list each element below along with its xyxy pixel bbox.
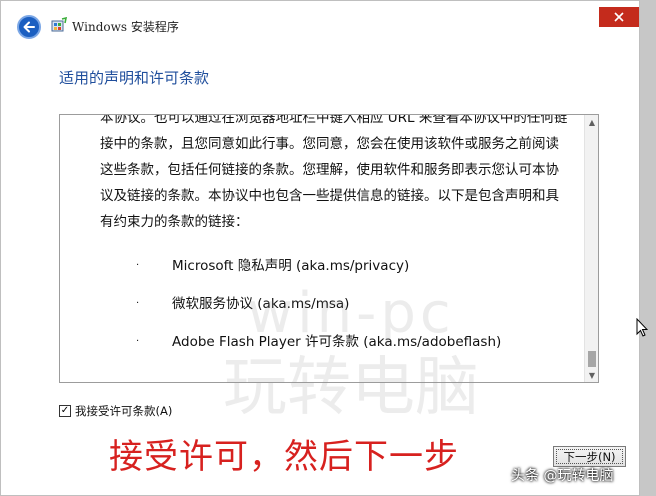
bullet-glyph: · — [136, 336, 140, 347]
close-icon — [614, 12, 624, 22]
accept-license-checkbox-row[interactable]: ✓ 我接受许可条款(A) — [59, 403, 172, 419]
msa-link[interactable]: 微软服务协议 (aka.ms/msa) — [172, 285, 349, 323]
license-paragraph: 本协议。也可以通过在浏览器地址栏中键入相应 URL 来查看本协议中的任何链接中的… — [100, 114, 568, 230]
close-button[interactable] — [599, 7, 639, 27]
windows-setup-icon — [51, 17, 67, 32]
scroll-down-icon[interactable]: ▼ — [587, 370, 597, 380]
scroll-up-icon[interactable]: ▲ — [587, 117, 597, 127]
desktop-background — [640, 0, 656, 496]
adobe-flash-link[interactable]: Adobe Flash Player 许可条款 (aka.ms/adobefla… — [172, 323, 501, 361]
back-arrow-icon — [23, 21, 35, 33]
check-mark-icon: ✓ — [60, 405, 70, 416]
scroll-thumb[interactable] — [588, 351, 596, 367]
accept-license-checkbox[interactable]: ✓ — [59, 405, 71, 417]
title-bar: Windows 安装程序 — [1, 1, 639, 51]
corner-watermark: 头条 @玩转电脑 — [511, 468, 614, 484]
instruction-annotation: 接受许可，然后下一步 — [109, 437, 459, 477]
next-button[interactable]: 下一步(N) — [553, 446, 626, 467]
back-button[interactable] — [17, 15, 41, 39]
bullet-glyph: · — [136, 298, 140, 309]
window-title: Windows 安装程序 — [72, 20, 179, 34]
accept-license-label[interactable]: 我接受许可条款(A) — [75, 403, 172, 419]
license-scrollbar[interactable]: ▲ ▼ — [584, 115, 598, 382]
license-link-item: · Adobe Flash Player 许可条款 (aka.ms/adobef… — [100, 323, 570, 361]
license-content: 本协议。也可以通过在浏览器地址栏中键入相应 URL 来查看本协议中的任何链接中的… — [100, 114, 570, 361]
setup-window: Windows 安装程序 适用的声明和许可条款 本协议。也可以通过在浏览器地址栏… — [0, 0, 640, 496]
privacy-link[interactable]: Microsoft 隐私声明 (aka.ms/privacy) — [172, 247, 409, 285]
license-link-item: · Microsoft 隐私声明 (aka.ms/privacy) — [100, 247, 570, 285]
license-link-item: · 微软服务协议 (aka.ms/msa) — [100, 285, 570, 323]
page-heading: 适用的声明和许可条款 — [59, 69, 210, 87]
license-text-box[interactable]: 本协议。也可以通过在浏览器地址栏中键入相应 URL 来查看本协议中的任何链接中的… — [59, 114, 599, 383]
mouse-cursor-icon — [636, 318, 648, 337]
bullet-glyph: · — [136, 260, 140, 271]
